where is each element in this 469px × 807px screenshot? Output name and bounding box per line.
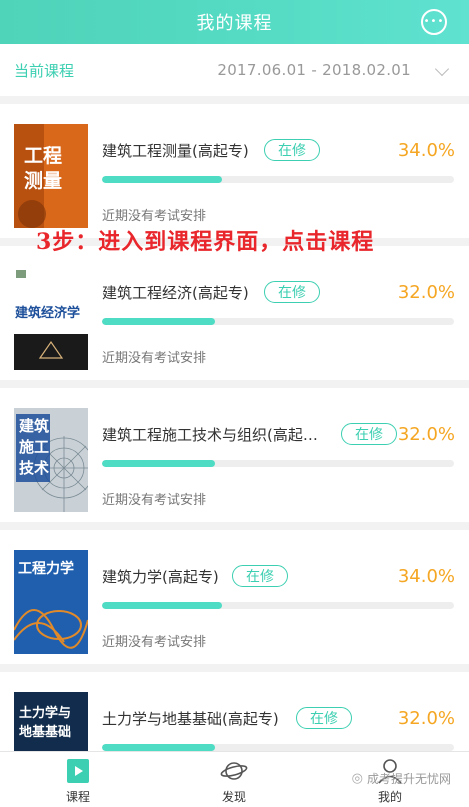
progress-fill bbox=[102, 176, 222, 183]
course-cover-image: 工程测量 bbox=[14, 124, 88, 228]
cover-title: 建筑施工技术 bbox=[19, 417, 50, 477]
cover-title: 建筑经济学 bbox=[15, 306, 81, 321]
status-badge: 在修 bbox=[232, 565, 288, 587]
chevron-down-icon[interactable] bbox=[434, 61, 450, 77]
progress-percent: 32.0% bbox=[397, 282, 455, 303]
tab-label: 我的 bbox=[377, 790, 402, 804]
status-badge: 在修 bbox=[264, 139, 320, 161]
bottom-tab-bar: 课程 发现 我的 ◎ 成考提升无忧网 bbox=[0, 751, 469, 807]
progress-bar bbox=[102, 176, 454, 183]
course-cover-image: 建筑施工技术 bbox=[14, 408, 88, 512]
progress-fill bbox=[102, 602, 222, 609]
progress-bar bbox=[102, 602, 454, 609]
date-range-selector[interactable]: 2017.06.01 - 2018.02.01 bbox=[217, 61, 411, 79]
course-cover-image: 工程力学 bbox=[14, 550, 88, 654]
progress-bar bbox=[102, 318, 454, 325]
course-item[interactable]: 工程力学 建筑力学(高起专) 在修 34.0% 近期没有考试安排 bbox=[0, 530, 469, 664]
progress-fill bbox=[102, 744, 215, 751]
course-item[interactable]: 建筑经济学 建筑工程经济(高起专) 在修 32.0% 近期没有考试安排 bbox=[0, 246, 469, 380]
progress-percent: 34.0% bbox=[397, 566, 455, 587]
header-bar: 我的课程 ••• bbox=[0, 0, 469, 44]
chat-bubble-icon[interactable]: ••• bbox=[421, 9, 447, 35]
course-cover-image: 建筑经济学 bbox=[14, 266, 88, 370]
play-book-icon bbox=[64, 758, 92, 784]
page-title: 我的课程 bbox=[196, 13, 273, 34]
wechat-icon: ◎ bbox=[351, 771, 363, 786]
instruction-overlay: 3步：进入到课程界面，点击课程 bbox=[36, 229, 375, 255]
cover-title: 工程力学 bbox=[18, 561, 74, 577]
course-title: 建筑工程测量(高起专) bbox=[102, 142, 249, 160]
status-badge: 在修 bbox=[341, 423, 397, 445]
cover-title: 土力学与地基基础 bbox=[19, 706, 72, 740]
course-title: 建筑工程经济(高起专) bbox=[102, 284, 249, 302]
tab-discover[interactable]: 发现 bbox=[204, 758, 264, 805]
cover-title: 工程测量 bbox=[24, 145, 63, 192]
tab-courses[interactable]: 课程 bbox=[48, 758, 108, 805]
course-title: 土力学与地基基础(高起专) bbox=[102, 710, 279, 728]
planet-icon bbox=[220, 758, 248, 784]
status-badge: 在修 bbox=[264, 281, 320, 303]
progress-percent: 32.0% bbox=[397, 424, 455, 445]
exam-note: 近期没有考试安排 bbox=[102, 493, 207, 508]
tab-label: 发现 bbox=[221, 790, 246, 804]
exam-note: 近期没有考试安排 bbox=[102, 351, 207, 366]
course-item[interactable]: 建筑施工技术 建筑工程施工技术与组织(高起… 在修 32.0% 近期没有考试安排 bbox=[0, 388, 469, 522]
tab-label: 课程 bbox=[65, 790, 90, 804]
watermark-text: 成考提升无忧网 bbox=[366, 772, 451, 786]
course-title: 建筑力学(高起专) bbox=[102, 568, 219, 586]
course-item[interactable]: 工程测量 建筑工程测量(高起专) 在修 34.0% 近期没有考试安排 bbox=[0, 104, 469, 238]
course-title: 建筑工程施工技术与组织(高起… bbox=[102, 426, 318, 444]
progress-percent: 34.0% bbox=[397, 140, 455, 161]
watermark: ◎ 成考提升无忧网 bbox=[352, 770, 451, 787]
status-badge: 在修 bbox=[296, 707, 352, 729]
current-courses-label: 当前课程 bbox=[14, 61, 75, 80]
progress-percent: 32.0% bbox=[397, 708, 455, 729]
exam-note: 近期没有考试安排 bbox=[102, 635, 207, 650]
course-filter-bar[interactable]: 当前课程 2017.06.01 - 2018.02.01 bbox=[0, 44, 469, 96]
progress-fill bbox=[102, 460, 215, 467]
progress-bar bbox=[102, 744, 454, 751]
progress-bar bbox=[102, 460, 454, 467]
exam-note: 近期没有考试安排 bbox=[102, 209, 207, 224]
progress-fill bbox=[102, 318, 215, 325]
